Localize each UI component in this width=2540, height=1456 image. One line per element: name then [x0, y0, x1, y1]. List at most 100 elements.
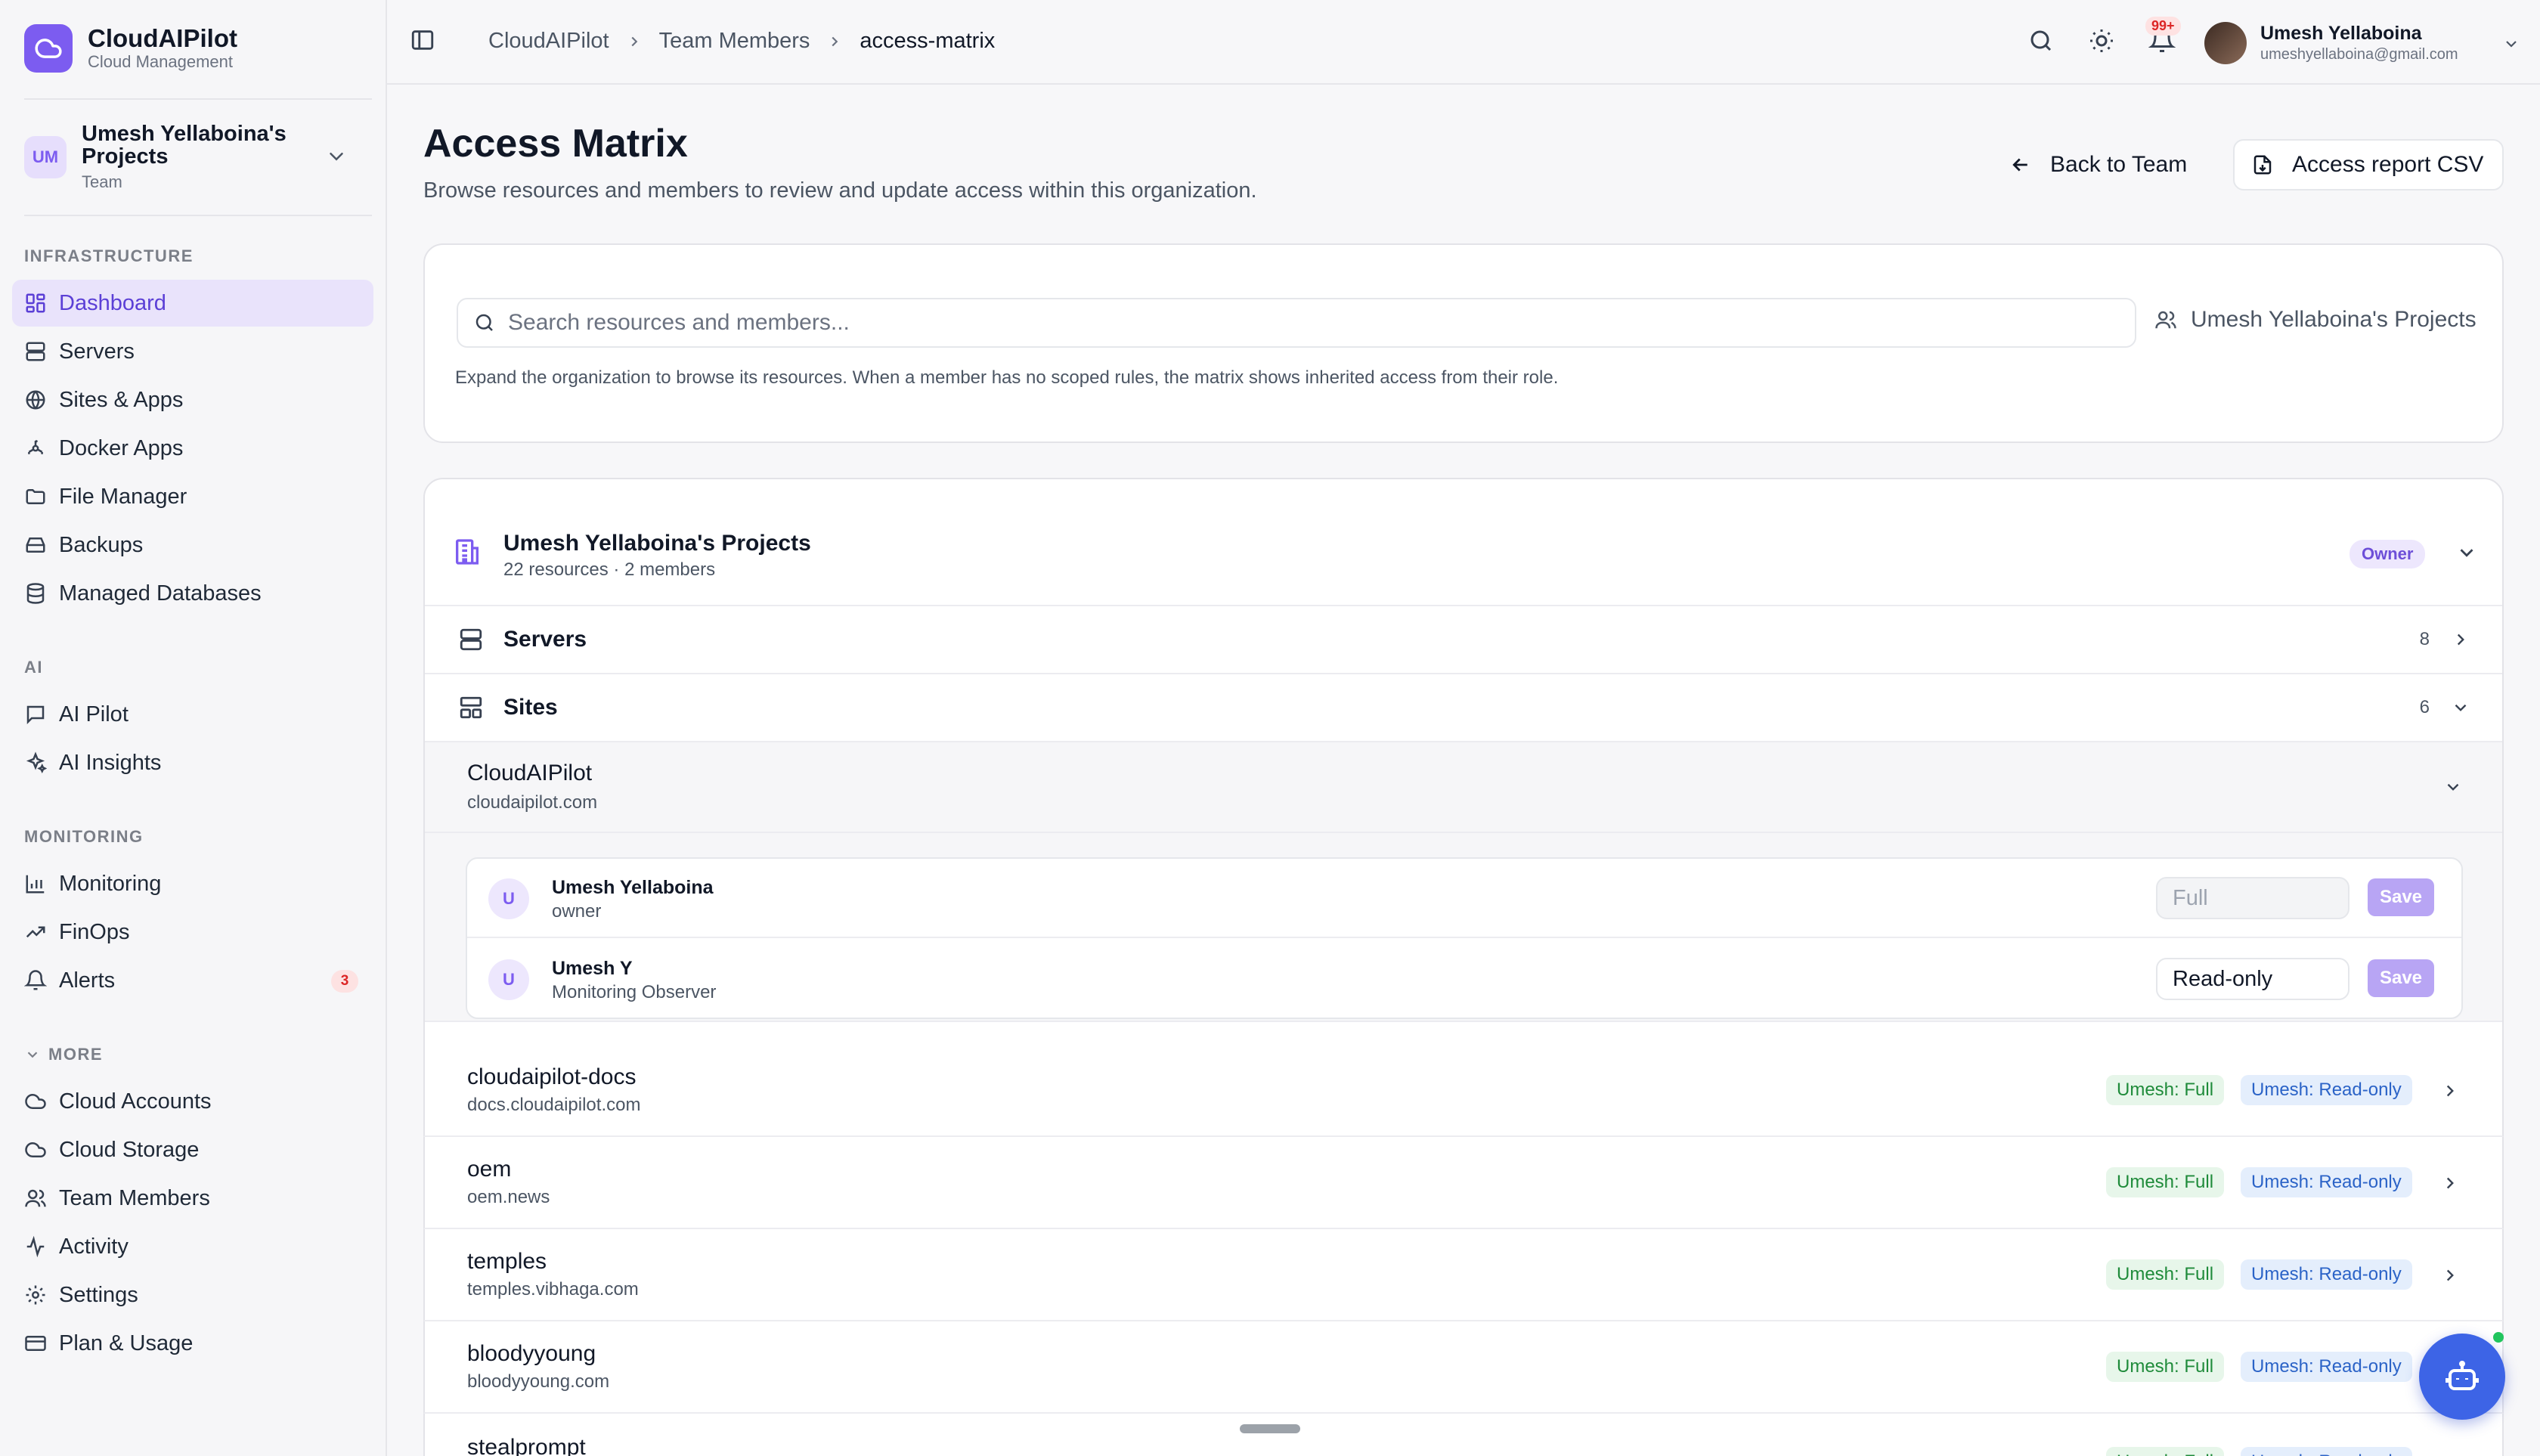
sidebar-item-label: Sites & Apps — [59, 387, 184, 412]
access-level-select[interactable]: Read-only — [2156, 958, 2350, 1000]
sidebar-item-label: Monitoring — [59, 871, 162, 896]
group-label: Sites — [503, 695, 558, 720]
access-report-csv-button[interactable]: Access report CSV — [2233, 139, 2504, 191]
site-name: stealprompt — [467, 1435, 586, 1456]
sidebar-item-settings[interactable]: Settings — [12, 1272, 373, 1318]
access-pill-full: Umesh: Full — [2106, 1259, 2225, 1290]
sidebar-item-label: AI Pilot — [59, 702, 129, 726]
chevron-down-icon — [325, 145, 348, 168]
top-bar: CloudAIPilot Team Members access-matrix … — [387, 0, 2540, 85]
org-switcher[interactable]: UM Umesh Yellaboina's Projects Team — [24, 119, 364, 195]
brand[interactable]: CloudAIPilot Cloud Management — [24, 24, 237, 73]
sidebar-item-label: Managed Databases — [59, 581, 262, 606]
sidebar: CloudAIPilot Cloud Management UM Umesh Y… — [0, 0, 387, 1456]
sidebar-item-backups[interactable]: Backups — [12, 522, 373, 568]
chevron-down-icon — [2447, 783, 2459, 791]
sidebar-item-servers[interactable]: Servers — [12, 328, 373, 375]
back-to-team-button[interactable]: Back to Team — [2009, 141, 2187, 189]
site-row[interactable]: cloudaipilot-docs docs.cloudaipilot.com … — [423, 1045, 2504, 1137]
site-domain: bloodyyoung.com — [467, 1371, 610, 1392]
sidebar-item-finops[interactable]: FinOps — [12, 909, 373, 956]
ai-assistant-button[interactable] — [2419, 1334, 2505, 1420]
scroll-handle[interactable] — [1240, 1424, 1300, 1433]
activity-icon — [26, 1235, 45, 1258]
bar-chart-icon — [26, 875, 45, 894]
sun-theme-icon[interactable] — [2088, 27, 2115, 54]
online-status-dot — [2493, 1332, 2504, 1343]
docker-icon — [28, 439, 43, 454]
site-row[interactable]: bloodyyoung bloodyyoung.com Umesh: Full … — [423, 1321, 2504, 1414]
sidebar-item-cloud-storage[interactable]: Cloud Storage — [12, 1126, 373, 1173]
breadcrumb-item[interactable]: CloudAIPilot — [488, 29, 609, 54]
hard-drive-icon — [26, 537, 45, 553]
org-meta: 22 resources · 2 members — [503, 559, 716, 580]
scope-label: Umesh Yellaboina's Projects — [2191, 307, 2476, 332]
org-row[interactable]: Umesh Yellaboina's Projects 22 resources… — [425, 479, 2502, 606]
sidebar-item-ai-pilot[interactable]: AI Pilot — [12, 691, 373, 738]
site-row[interactable]: temples temples.vibhaga.com Umesh: Full … — [423, 1229, 2504, 1321]
sidebar-item-managed-databases[interactable]: Managed Databases — [12, 570, 373, 617]
grid-icon — [26, 293, 45, 313]
sidebar-item-docker-apps[interactable]: Docker Apps — [12, 425, 373, 472]
org-name: Umesh Yellaboina's Projects — [82, 122, 287, 169]
org-scope-filter[interactable]: Umesh Yellaboina's Projects — [2154, 307, 2476, 333]
site-domain: temples.vibhaga.com — [467, 1279, 639, 1300]
site-row-expanded[interactable]: CloudAIPilot cloudaipilot.com — [425, 742, 2502, 833]
sidebar-item-label: Team Members — [59, 1185, 210, 1210]
group-row-sites[interactable]: Sites 6 — [425, 674, 2502, 742]
sidebar-item-dashboard[interactable]: Dashboard — [12, 280, 373, 327]
sparkles-icon — [26, 751, 47, 774]
chevron-right-icon — [2457, 634, 2464, 646]
site-name: oem — [467, 1157, 512, 1182]
group-row-servers[interactable]: Servers 8 — [425, 606, 2502, 674]
sidebar-item-team-members[interactable]: Team Members — [12, 1175, 373, 1222]
sidebar-item-label: Servers — [59, 339, 135, 364]
sidebar-item-file-manager[interactable]: File Manager — [12, 473, 373, 520]
credit-card-icon — [25, 1336, 46, 1351]
sidebar-item-plan-usage[interactable]: Plan & Usage — [12, 1320, 373, 1367]
chevron-down-icon — [27, 1052, 38, 1058]
file-download-icon — [2253, 155, 2272, 175]
user-menu[interactable]: Umesh Yellaboina umeshyellaboina@gmail.c… — [2204, 15, 2520, 71]
sidebar-item-alerts[interactable]: Alerts 3 — [12, 957, 373, 1004]
database-icon — [26, 583, 45, 604]
chevron-down-icon — [2455, 541, 2478, 564]
users-icon — [2155, 311, 2176, 329]
search-icon[interactable] — [2027, 27, 2055, 54]
search-placeholder: Search resources and members... — [508, 310, 850, 335]
chevron-right-icon — [832, 36, 838, 46]
save-button[interactable]: Save — [2368, 959, 2434, 997]
sidebar-item-label: Dashboard — [59, 290, 166, 315]
access-level-select[interactable]: Full — [2156, 877, 2350, 919]
sidebar-item-activity[interactable]: Activity — [12, 1223, 373, 1270]
breadcrumb-item[interactable]: Team Members — [659, 29, 810, 54]
chevron-right-icon — [631, 36, 637, 46]
building-icon — [452, 537, 482, 567]
cloud-logo-icon — [24, 24, 73, 73]
access-pill-readonly: Umesh: Read-only — [2241, 1167, 2412, 1197]
sidebar-item-ai-insights[interactable]: AI Insights — [12, 739, 373, 786]
section-label-monitoring: MONITORING — [24, 827, 144, 846]
access-pill-readonly: Umesh: Read-only — [2241, 1075, 2412, 1105]
bell-icon — [24, 970, 47, 990]
site-domain: oem.news — [467, 1187, 550, 1207]
site-row[interactable]: stealprompt Umesh: Full Umesh: Read-only — [423, 1414, 2504, 1456]
site-domain: cloudaipilot.com — [467, 792, 598, 813]
trending-up-icon — [26, 926, 45, 938]
sidebar-item-monitoring[interactable]: Monitoring — [12, 860, 373, 907]
sidebar-item-sites-apps[interactable]: Sites & Apps — [12, 376, 373, 423]
search-input[interactable]: Search resources and members... — [457, 298, 2136, 348]
save-button[interactable]: Save — [2368, 878, 2434, 916]
sidebar-item-cloud-accounts[interactable]: Cloud Accounts — [12, 1078, 373, 1125]
sidebar-toggle-icon[interactable] — [410, 27, 435, 53]
site-row[interactable]: oem oem.news Umesh: Full Umesh: Read-onl… — [423, 1137, 2504, 1229]
group-count: 6 — [2419, 697, 2430, 717]
access-pill-full: Umesh: Full — [2106, 1075, 2225, 1105]
server-icon — [26, 342, 45, 361]
section-toggle-more[interactable]: MORE — [24, 1045, 103, 1064]
search-icon — [475, 314, 493, 331]
site-name: CloudAIPilot — [467, 761, 593, 785]
access-pill-readonly: Umesh: Read-only — [2241, 1259, 2412, 1290]
sidebar-item-label: Activity — [59, 1234, 129, 1259]
filter-card: Search resources and members... Umesh Ye… — [423, 243, 2504, 443]
